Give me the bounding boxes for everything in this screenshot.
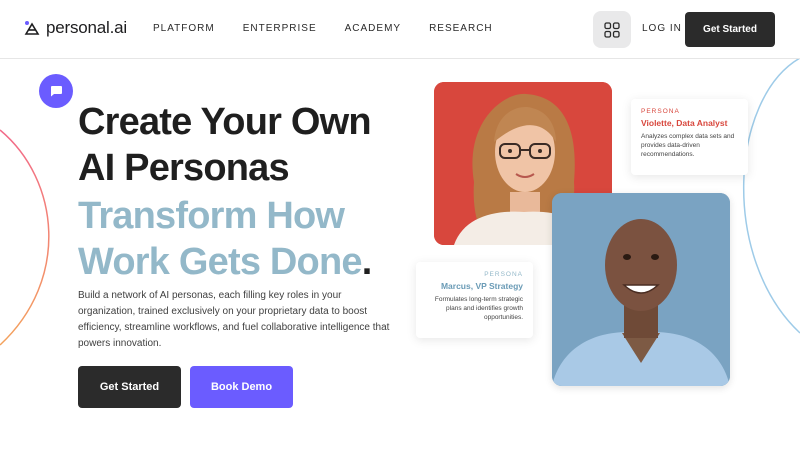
persona-name: Violette, Data Analyst — [641, 118, 728, 128]
book-demo-button[interactable]: Book Demo — [190, 366, 293, 408]
nav-research[interactable]: RESEARCH — [429, 23, 493, 34]
hero-headline-line-2: AI Personas — [78, 147, 290, 189]
hero-subheadline: Transform How Work Gets Done. — [78, 193, 373, 285]
nav-platform[interactable]: PLATFORM — [153, 23, 215, 34]
chat-widget-button[interactable] — [39, 74, 73, 108]
brand-logo[interactable]: personal.ai — [24, 18, 127, 38]
persona-card-violette: PERSONA Violette, Data Analyst Analyzes … — [631, 99, 748, 175]
header-get-started-button[interactable]: Get Started — [685, 12, 775, 47]
login-link[interactable]: LOG IN — [642, 23, 682, 34]
marcus-portrait — [552, 193, 730, 386]
hero-description: Build a network of AI personas, each fil… — [78, 290, 390, 349]
persona-kicker: PERSONA — [641, 108, 680, 115]
main-nav: PLATFORM ENTERPRISE ACADEMY RESEARCH — [153, 23, 521, 34]
hero-subheadline-dot: . — [361, 241, 373, 283]
apps-menu-button[interactable] — [593, 11, 631, 48]
nav-academy[interactable]: ACADEMY — [345, 23, 401, 34]
hero-headline-line-1: Create Your Own — [78, 101, 372, 143]
get-started-button[interactable]: Get Started — [78, 366, 181, 408]
persona-card-marcus: PERSONA Marcus, VP Strategy Formulates l… — [416, 262, 533, 338]
hero-headline: Create Your Own AI Personas — [78, 99, 372, 191]
brand-name: personal.ai — [46, 18, 127, 37]
hero-subheadline-line-2: Work Gets Done — [78, 241, 363, 283]
decorative-arc-left — [0, 129, 50, 346]
persona-description: Formulates long-term strategic plans and… — [434, 296, 523, 321]
persona-description: Analyzes complex data sets and provides … — [641, 133, 735, 158]
hero-subheadline-line-1: Transform How — [78, 195, 345, 237]
chat-bubble-icon — [51, 86, 62, 97]
site-header: personal.ai PLATFORM ENTERPRISE ACADEMY … — [0, 0, 800, 59]
personal-ai-logo-icon — [24, 21, 40, 35]
hero-subheadline-line-2-wrap: Work Gets Done. — [78, 239, 373, 285]
persona-name: Marcus, VP Strategy — [440, 281, 523, 291]
app-grid-icon — [604, 21, 620, 38]
nav-enterprise[interactable]: ENTERPRISE — [243, 23, 317, 34]
persona-kicker: PERSONA — [484, 271, 523, 278]
